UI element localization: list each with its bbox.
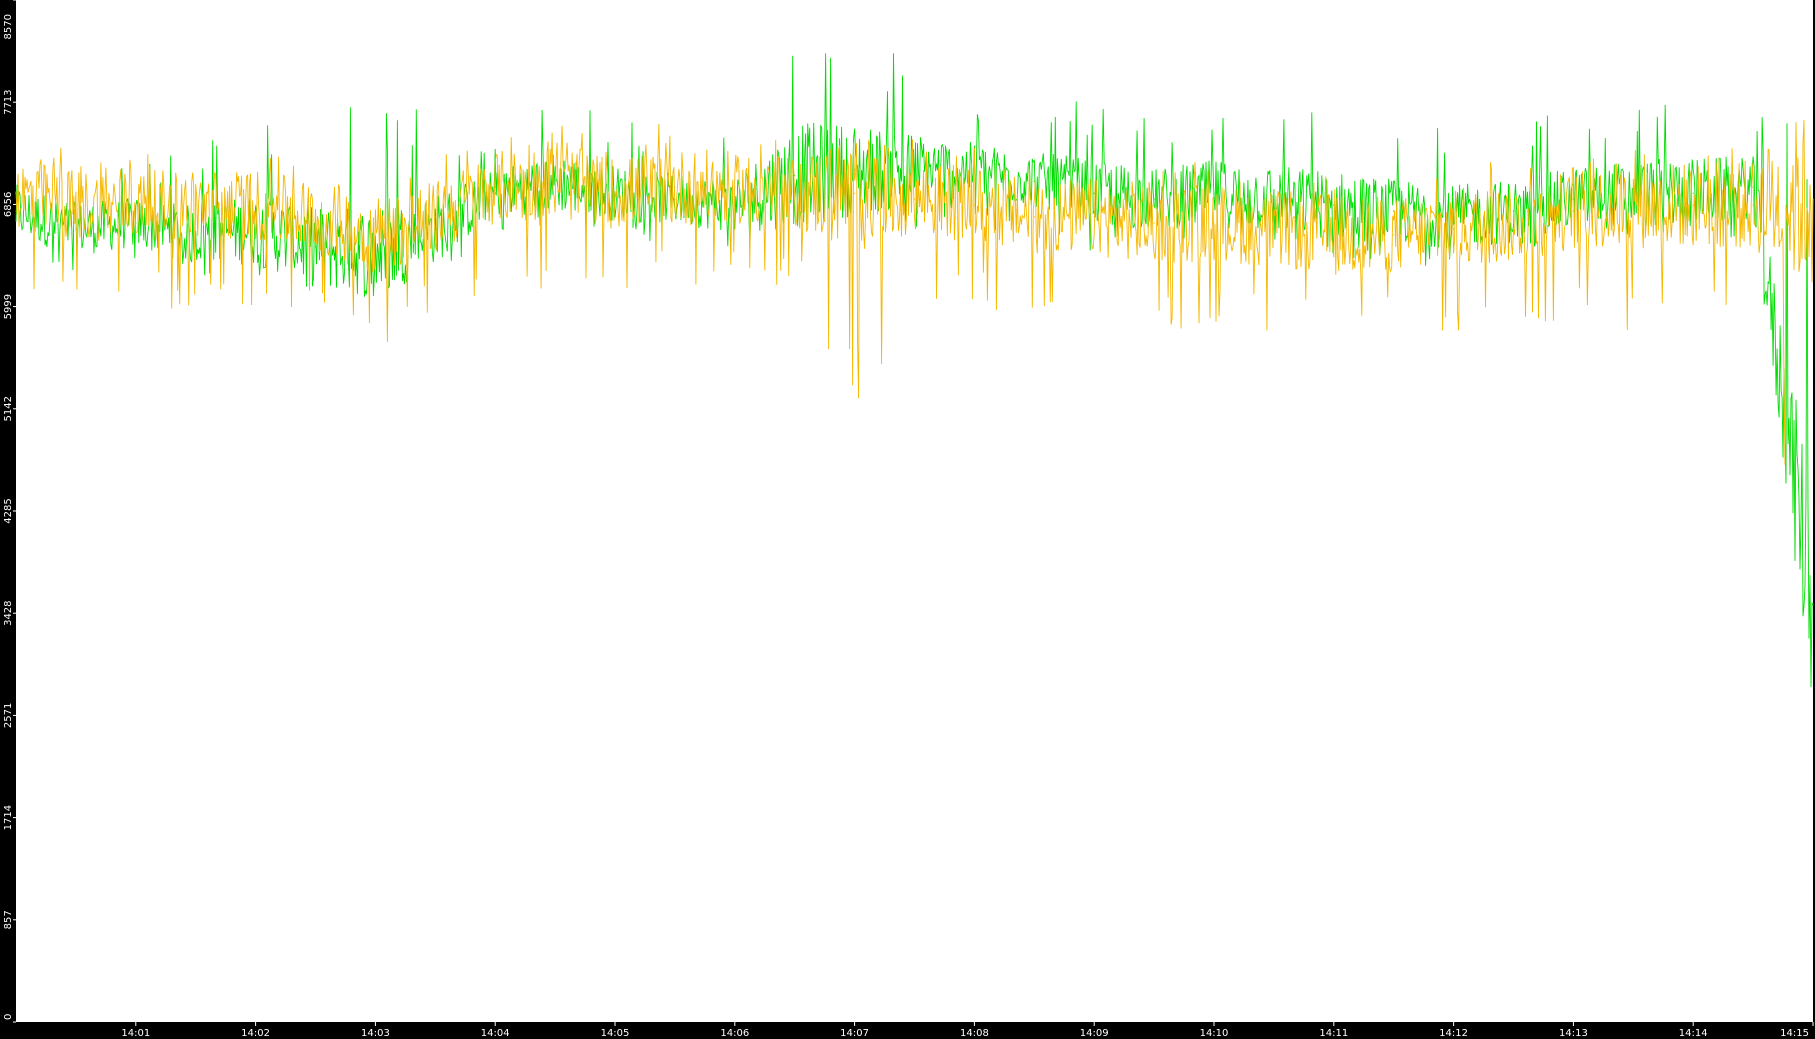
data-point [255, 204, 257, 206]
plot-area [16, 0, 1813, 1022]
data-point [1333, 234, 1335, 236]
data-point [314, 246, 317, 248]
y-tick-label: 6856 [3, 192, 14, 217]
data-point [1213, 222, 1215, 224]
y-axis: 0 857 1714 2571 3428 4285 5142 5999 6856 7713 8570 [3, 0, 16, 1023]
x-tick-label: 14:03 [361, 1028, 390, 1039]
data-point [1512, 210, 1515, 212]
y-tick-label: 0 [3, 1014, 14, 1020]
data-point [314, 216, 317, 218]
data-point [554, 180, 556, 182]
data-point [15, 192, 17, 194]
data-point [854, 192, 856, 194]
x-tick-label: 14:08 [960, 1028, 989, 1039]
x-tick-label: 14:06 [720, 1028, 749, 1039]
data-point [1393, 234, 1395, 236]
chart-container: 0 857 1714 2571 3428 4285 5142 5999 6856 7713 8570… [0, 0, 1815, 1039]
y-tick-label: 1714 [3, 805, 14, 830]
data-point [75, 204, 77, 206]
data-point [135, 204, 137, 206]
x-tick-label: 14:07 [840, 1028, 869, 1039]
x-tick-label: 14:04 [481, 1028, 510, 1039]
data-point [614, 192, 616, 194]
x-tick-label: 14:02 [241, 1028, 270, 1039]
data-point [1812, 198, 1814, 200]
y-tick-label: 2571 [3, 703, 14, 728]
data-point [913, 168, 916, 170]
data-point [1153, 222, 1155, 224]
x-axis: 14:01 14:02 14:03 14:04 14:05 14:06 14:07 14:08… [121, 1022, 1814, 1039]
x-tick-label: 14:09 [1080, 1028, 1109, 1039]
data-point [1393, 210, 1395, 212]
data-point [1273, 198, 1275, 200]
data-point [1213, 192, 1215, 194]
data-point [1632, 204, 1634, 206]
x-tick-label: 14:10 [1200, 1028, 1229, 1039]
data-point [1512, 222, 1515, 224]
data-point [494, 186, 496, 188]
y-tick-label: 5142 [3, 396, 14, 421]
data-point [1812, 604, 1814, 606]
y-tick-label: 7713 [3, 89, 14, 114]
data-point [434, 216, 436, 218]
data-point [794, 192, 796, 194]
data-point [195, 204, 197, 206]
data-point [1692, 204, 1694, 206]
data-point [1692, 192, 1694, 194]
data-point [1033, 216, 1035, 218]
x-tick-label: 14:15 [1780, 1028, 1809, 1039]
line-chart: 0 857 1714 2571 3428 4285 5142 5999 6856 7713 8570… [3, 0, 1814, 1039]
y-tick-label: 4285 [3, 498, 14, 523]
data-point [1033, 180, 1035, 182]
x-tick-label: 14:11 [1319, 1028, 1348, 1039]
data-point [1572, 210, 1574, 212]
data-point [1453, 228, 1455, 230]
y-tick-label: 8570 [3, 14, 14, 39]
x-tick-label: 14:12 [1439, 1028, 1468, 1039]
y-tick-label: 857 [3, 910, 14, 929]
data-point [734, 186, 736, 188]
data-point [1273, 228, 1275, 230]
x-tick-label: 14:05 [601, 1028, 630, 1039]
data-point [1752, 204, 1754, 206]
y-tick-label: 3428 [3, 600, 14, 625]
x-tick-label: 14:13 [1559, 1028, 1588, 1039]
data-point [973, 204, 976, 206]
data-point [374, 234, 376, 236]
x-tick-label: 14:14 [1679, 1028, 1708, 1039]
data-point [1153, 198, 1155, 200]
data-point [674, 186, 676, 188]
data-point [1093, 216, 1095, 218]
y-tick-label: 5999 [3, 294, 14, 319]
data-point [913, 198, 916, 200]
x-tick-label: 14:01 [121, 1028, 150, 1039]
